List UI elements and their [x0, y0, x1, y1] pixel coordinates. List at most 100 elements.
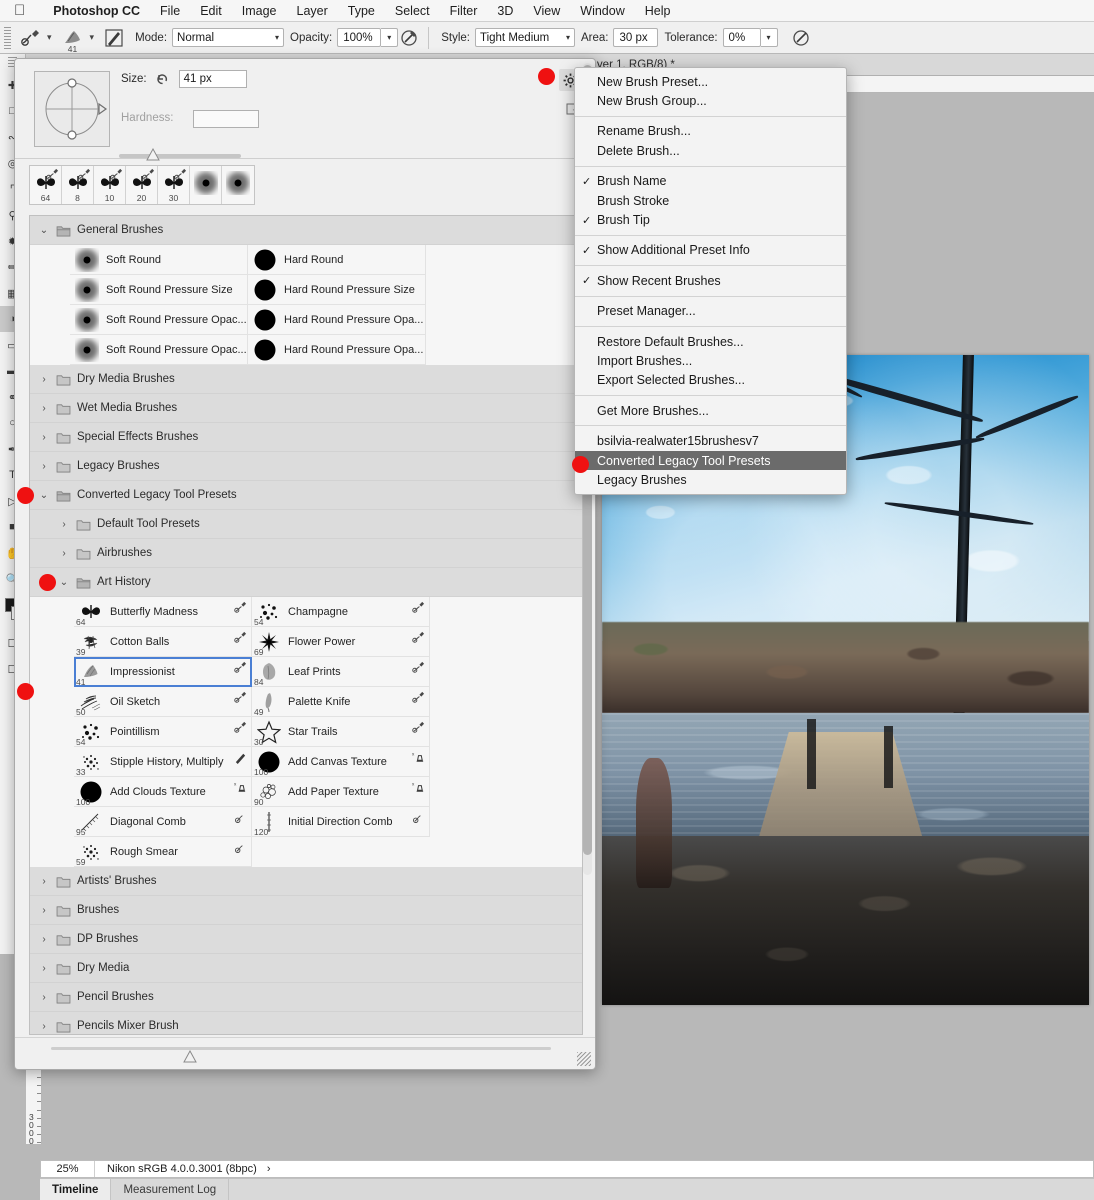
area-input[interactable]: 30 px	[613, 28, 659, 47]
style-select[interactable]: Tight Medium ▾	[474, 28, 575, 47]
menu-item-help[interactable]: Help	[635, 4, 681, 18]
chevron-right-icon[interactable]: ›	[58, 519, 70, 530]
recent-brush-cell[interactable]	[222, 166, 254, 204]
context-menu-item[interactable]: ✓ Brush Tip	[575, 210, 846, 229]
tablet-pressure-icon[interactable]	[790, 26, 814, 50]
brush-panel-context-menu[interactable]: New Brush Preset... New Brush Group... Ren…	[574, 67, 847, 495]
context-menu-item[interactable]: Brush Stroke	[575, 191, 846, 210]
brush-item[interactable]: Champagne 54	[252, 597, 430, 627]
menu-item-edit[interactable]: Edit	[190, 4, 232, 18]
brush-item[interactable]: Impressionist 41	[74, 657, 252, 687]
brush-group-row[interactable]: › Dry Media	[30, 954, 582, 983]
context-menu-item[interactable]: Restore Default Brushes...	[575, 332, 846, 351]
chevron-down-icon[interactable]: ⌄	[58, 577, 70, 588]
brush-item[interactable]: Soft Round Pressure Opac...	[70, 305, 248, 335]
brush-item[interactable]: Leaf Prints 84	[252, 657, 430, 687]
menu-item-image[interactable]: Image	[232, 4, 287, 18]
chevron-right-icon[interactable]: ›	[38, 934, 50, 945]
brush-item[interactable]: Hard Round	[248, 245, 426, 275]
menu-item-type[interactable]: Type	[338, 4, 385, 18]
brush-item[interactable]: Oil Sketch 50	[74, 687, 252, 717]
brush-group-row[interactable]: › Artists' Brushes	[30, 867, 582, 896]
context-menu-item[interactable]: Preset Manager...	[575, 302, 846, 321]
horizontal-scrollbar[interactable]	[51, 1047, 551, 1050]
brush-group-row[interactable]: › Special Effects Brushes	[30, 423, 582, 452]
menu-item-window[interactable]: Window	[570, 4, 634, 18]
context-menu-item[interactable]: Export Selected Brushes...	[575, 371, 846, 390]
mode-select[interactable]: Normal ▾	[172, 28, 285, 47]
tab-timeline[interactable]: Timeline	[40, 1179, 112, 1200]
recent-brush-cell[interactable]: 10	[94, 166, 126, 204]
menu-item-select[interactable]: Select	[385, 4, 440, 18]
brush-group-row[interactable]: ⌄ General Brushes	[30, 216, 582, 245]
context-menu-item[interactable]: New Brush Group...	[575, 91, 846, 110]
menu-item-3d[interactable]: 3D	[487, 4, 523, 18]
brush-group-row[interactable]: › Legacy Brushes	[30, 452, 582, 481]
brush-item[interactable]: Soft Round Pressure Opac...	[70, 335, 248, 365]
recent-brush-cell[interactable]: 30	[158, 166, 190, 204]
chevron-right-icon[interactable]: ›	[38, 461, 50, 472]
tolerance-chevron-icon[interactable]: ▾	[760, 28, 778, 47]
brush-preset-chevron-icon[interactable]: ▾	[90, 32, 95, 43]
brush-item[interactable]: Soft Round Pressure Size	[70, 275, 248, 305]
brush-item[interactable]: Pointillism 54	[74, 717, 252, 747]
art-history-brush-icon[interactable]	[16, 25, 46, 51]
reset-arrow-icon[interactable]	[155, 71, 171, 87]
context-menu-item[interactable]: Converted Legacy Tool Presets	[575, 450, 846, 471]
context-menu-item[interactable]: ✓ Brush Name	[575, 172, 846, 191]
menu-item-file[interactable]: File	[150, 4, 190, 18]
brush-group-row[interactable]: › DP Brushes	[30, 925, 582, 954]
menu-item-layer[interactable]: Layer	[287, 4, 338, 18]
brush-item[interactable]: Hard Round Pressure Opa...	[248, 335, 426, 365]
brush-group-row[interactable]: › Pencils Mixer Brush	[30, 1012, 582, 1034]
brush-list[interactable]: ⌄ General Brushes Soft Round Hard Round Soft…	[29, 215, 583, 1035]
chevron-right-icon[interactable]: ›	[38, 1021, 50, 1032]
brush-item[interactable]: Diagonal Comb 95	[74, 807, 252, 837]
chevron-right-icon[interactable]: ›	[38, 992, 50, 1003]
chevron-right-icon[interactable]: ›	[38, 963, 50, 974]
brush-item[interactable]: Soft Round	[70, 245, 248, 275]
context-menu-item[interactable]: ✓ Show Additional Preset Info	[575, 241, 846, 260]
brush-angle-roundness-icon[interactable]	[34, 71, 110, 147]
chevron-right-icon[interactable]: ›	[38, 374, 50, 385]
options-bar-grip[interactable]	[4, 26, 11, 49]
brush-item[interactable]: Add Canvas Texture 100 x	[252, 747, 430, 777]
size-slider-track[interactable]	[119, 154, 241, 158]
tool-options-chevron-icon[interactable]: ▾	[47, 32, 52, 43]
brush-item[interactable]: Add Paper Texture 90 x	[252, 777, 430, 807]
context-menu-item[interactable]: ✓ Show Recent Brushes	[575, 271, 846, 290]
brush-item[interactable]: Star Trails 30	[252, 717, 430, 747]
brush-item[interactable]: Cotton Balls 39	[74, 627, 252, 657]
recent-brush-cell[interactable]: 20	[126, 166, 158, 204]
panel-resize-handle-icon[interactable]	[183, 1049, 197, 1068]
color-profile-status[interactable]: Nikon sRGB 4.0.0.3001 (8bpc) ›	[95, 1163, 270, 1175]
context-menu-item[interactable]: New Brush Preset...	[575, 72, 846, 91]
opacity-chevron-icon[interactable]: ▾	[381, 28, 399, 47]
context-menu-item[interactable]: Import Brushes...	[575, 351, 846, 370]
size-input[interactable]: 41 px	[178, 70, 247, 88]
brush-item[interactable]: Hard Round Pressure Size	[248, 275, 426, 305]
menu-item-view[interactable]: View	[523, 4, 570, 18]
brush-settings-toggle-icon[interactable]	[99, 25, 129, 51]
opacity-input[interactable]: 100%	[337, 28, 382, 47]
brush-item[interactable]: Butterfly Madness 64	[74, 597, 252, 627]
tab-measurement-log[interactable]: Measurement Log	[111, 1179, 230, 1200]
brush-item[interactable]: Initial Direction Comb 120	[252, 807, 430, 837]
chevron-right-icon[interactable]: ›	[38, 432, 50, 443]
menu-item-filter[interactable]: Filter	[440, 4, 488, 18]
context-menu-item[interactable]: Legacy Brushes	[575, 470, 846, 489]
context-menu-item[interactable]: Delete Brush...	[575, 141, 846, 160]
airbrush-icon[interactable]	[398, 26, 422, 50]
brush-group-row[interactable]: ⌄ Converted Legacy Tool Presets	[30, 481, 582, 510]
brush-item[interactable]: Add Clouds Texture 100 x	[74, 777, 252, 807]
hardness-input[interactable]	[193, 110, 259, 128]
chevron-down-icon[interactable]: ⌄	[38, 490, 50, 501]
context-menu-item[interactable]: Get More Brushes...	[575, 401, 846, 420]
menu-app-name[interactable]: Photoshop CC	[43, 4, 150, 18]
recent-brush-cell[interactable]	[190, 166, 222, 204]
brush-item[interactable]: Palette Knife 49	[252, 687, 430, 717]
brush-group-row[interactable]: › Airbrushes	[30, 539, 582, 568]
brush-item[interactable]: Stipple History, Multiply 33	[74, 747, 252, 777]
chevron-down-icon[interactable]: ⌄	[38, 225, 50, 236]
brush-item[interactable]: Flower Power 69	[252, 627, 430, 657]
